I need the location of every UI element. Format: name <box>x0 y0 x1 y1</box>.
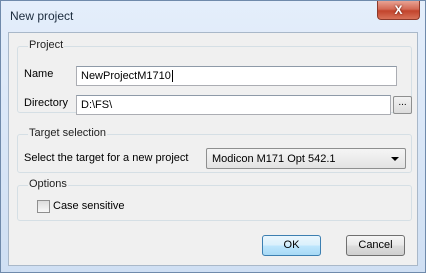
directory-input[interactable]: D:\FS\ <box>76 95 391 115</box>
project-name-value: NewProjectM1710 <box>81 70 171 82</box>
name-label: Name <box>24 68 54 80</box>
title-bar[interactable]: New project X <box>1 1 425 31</box>
target-selection-group: Target selection Select the target for a… <box>17 127 412 173</box>
directory-value: D:\FS\ <box>81 99 113 111</box>
target-prompt: Select the target for a new project <box>24 152 189 164</box>
close-button[interactable]: X <box>377 1 420 20</box>
ok-button-label: OK <box>283 239 300 251</box>
ok-button[interactable]: OK <box>262 235 321 256</box>
target-selection-label: Target selection <box>28 127 108 139</box>
options-group: Options Case sensitive <box>17 178 412 221</box>
dialog-body: Project Name NewProjectM1710 Directory D… <box>8 32 418 266</box>
target-select[interactable]: Modicon M171 Opt 542.1 <box>206 148 406 169</box>
text-caret <box>171 70 173 83</box>
target-selected-value: Modicon M171 Opt 542.1 <box>212 153 336 165</box>
options-label: Options <box>28 178 68 190</box>
browse-button[interactable]: ... <box>393 96 412 114</box>
case-sensitive-label[interactable]: Case sensitive <box>53 200 125 212</box>
project-name-input[interactable]: NewProjectM1710 <box>76 66 397 86</box>
ellipsis-icon: ... <box>398 97 407 108</box>
chevron-down-icon <box>391 157 399 161</box>
new-project-dialog: New project X Project Name NewProjectM17… <box>0 0 426 273</box>
dialog-title: New project <box>10 9 74 23</box>
cancel-button[interactable]: Cancel <box>346 235 405 256</box>
cancel-button-label: Cancel <box>358 239 393 251</box>
case-sensitive-checkbox[interactable] <box>37 200 50 213</box>
project-group-label: Project <box>28 39 65 51</box>
close-icon: X <box>394 3 403 17</box>
directory-label: Directory <box>24 97 69 109</box>
project-group: Project Name NewProjectM1710 Directory D… <box>17 39 412 115</box>
